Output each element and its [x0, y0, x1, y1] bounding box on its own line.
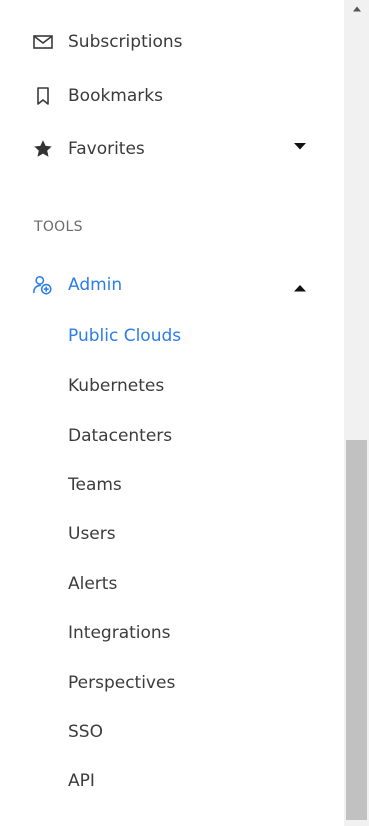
mail-icon [32, 31, 54, 53]
admin-subitem-sso[interactable]: SSO [68, 717, 103, 747]
page: Subscriptions Bookmarks Favorites TOOLS … [0, 0, 369, 826]
sidebar-item-label: Favorites [68, 139, 145, 159]
admin-subitem-public-clouds[interactable]: Public Clouds [68, 321, 181, 351]
admin-subitem-api[interactable]: API [68, 766, 95, 796]
admin-subitem-perspectives[interactable]: Perspectives [68, 668, 175, 698]
sidebar-item-favorites[interactable]: Favorites [32, 134, 145, 164]
sidebar-item-bookmarks[interactable]: Bookmarks [32, 81, 163, 111]
bookmark-icon [32, 85, 54, 107]
admin-subitem-alerts[interactable]: Alerts [68, 569, 117, 599]
sidebar-item-label: Bookmarks [68, 86, 163, 106]
user-add-icon [32, 274, 54, 296]
admin-subitem-kubernetes[interactable]: Kubernetes [68, 371, 164, 401]
sidebar-item-label: Admin [68, 275, 123, 295]
admin-chevron-up-icon[interactable] [290, 278, 310, 298]
star-icon [32, 138, 54, 160]
admin-subitem-datacenters[interactable]: Datacenters [68, 421, 172, 451]
favorites-chevron-down-icon[interactable] [290, 136, 310, 156]
vertical-scrollbar[interactable] [344, 0, 369, 826]
admin-subitem-users[interactable]: Users [68, 519, 116, 549]
scrollbar-thumb[interactable] [346, 440, 367, 820]
scroll-up-arrow-icon[interactable] [344, 0, 369, 17]
admin-subitem-teams[interactable]: Teams [68, 470, 122, 500]
section-heading-tools: TOOLS [34, 219, 83, 235]
sidebar-item-subscriptions[interactable]: Subscriptions [32, 27, 182, 57]
sidebar-item-admin[interactable]: Admin [32, 270, 122, 300]
sidebar-item-label: Subscriptions [68, 32, 183, 52]
admin-subitem-integrations[interactable]: Integrations [68, 618, 171, 648]
sidebar-nav: Subscriptions Bookmarks Favorites TOOLS … [0, 0, 344, 826]
